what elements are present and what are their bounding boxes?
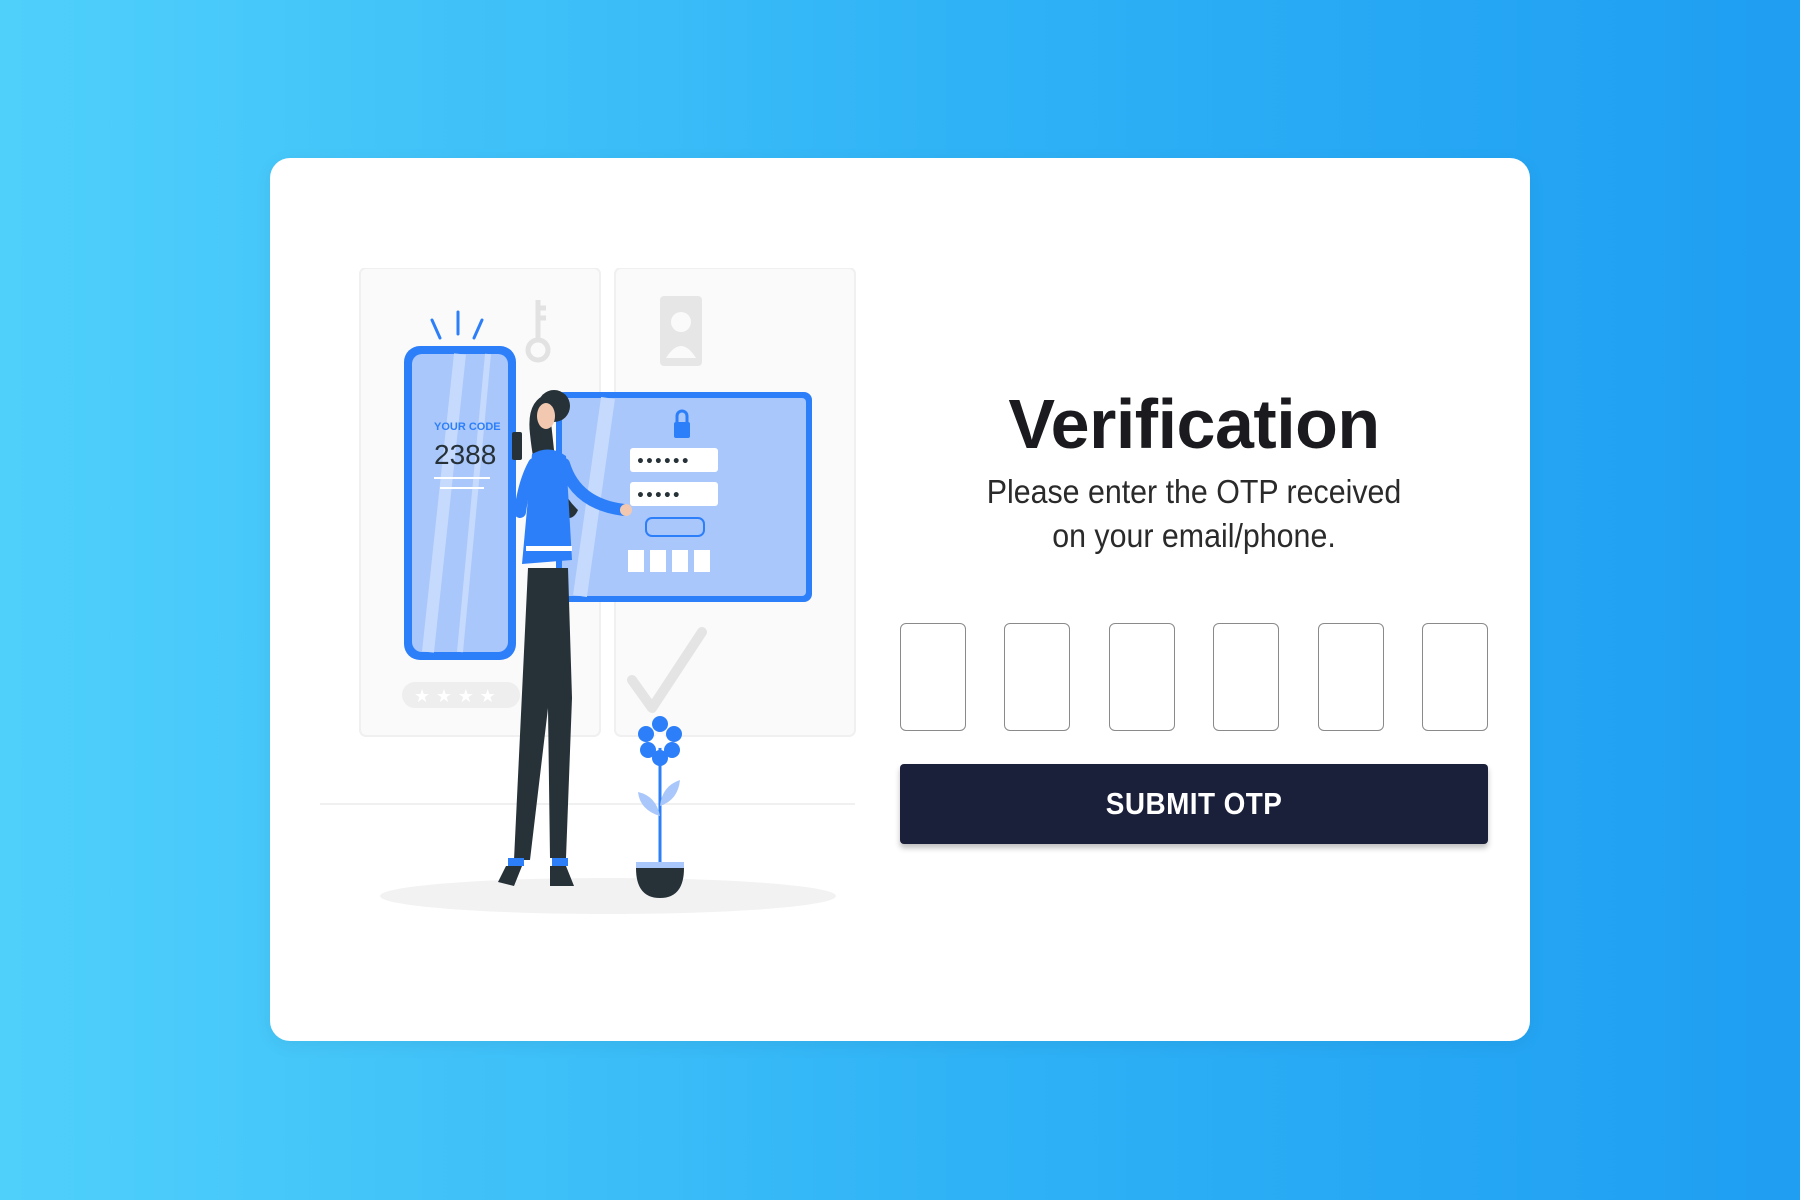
page-title: Verification (1008, 385, 1380, 463)
instruction-text: Please enter the OTP received on your em… (986, 472, 1402, 555)
submit-otp-button[interactable]: SUBMIT OTP (900, 764, 1488, 844)
verification-content: Verification Please enter the OTP receiv… (900, 385, 1488, 559)
otp-digit-1[interactable] (900, 623, 966, 731)
svg-text:••••••: •••••• (636, 454, 690, 470)
svg-text:★ ★ ★ ★: ★ ★ ★ ★ (414, 686, 496, 707)
verification-card: ★ ★ ★ ★ YOUR CODE 2388 •••••• ••••• Veri… (270, 158, 1530, 1041)
otp-digit-6[interactable] (1421, 623, 1488, 731)
phone-code-caption: YOUR CODE (434, 421, 501, 433)
submit-otp-label: SUBMIT OTP (1105, 786, 1283, 821)
otp-digit-5[interactable] (1317, 623, 1384, 731)
otp-digit-2[interactable] (1004, 623, 1071, 731)
phone-code-value: 2388 (434, 439, 496, 470)
ground-shadow (380, 878, 836, 914)
smartphone-icon: YOUR CODE 2388 (404, 346, 516, 660)
otp-input-group (900, 623, 1488, 731)
flower-icon (636, 716, 684, 898)
password-stars-icon: ★ ★ ★ ★ (402, 682, 520, 708)
otp-verification-illustration: ★ ★ ★ ★ YOUR CODE 2388 •••••• ••••• (320, 268, 856, 914)
svg-text:•••••: ••••• (636, 488, 681, 504)
user-card-icon (660, 296, 702, 366)
otp-digit-3[interactable] (1108, 623, 1175, 731)
otp-digit-4[interactable] (1213, 623, 1280, 731)
